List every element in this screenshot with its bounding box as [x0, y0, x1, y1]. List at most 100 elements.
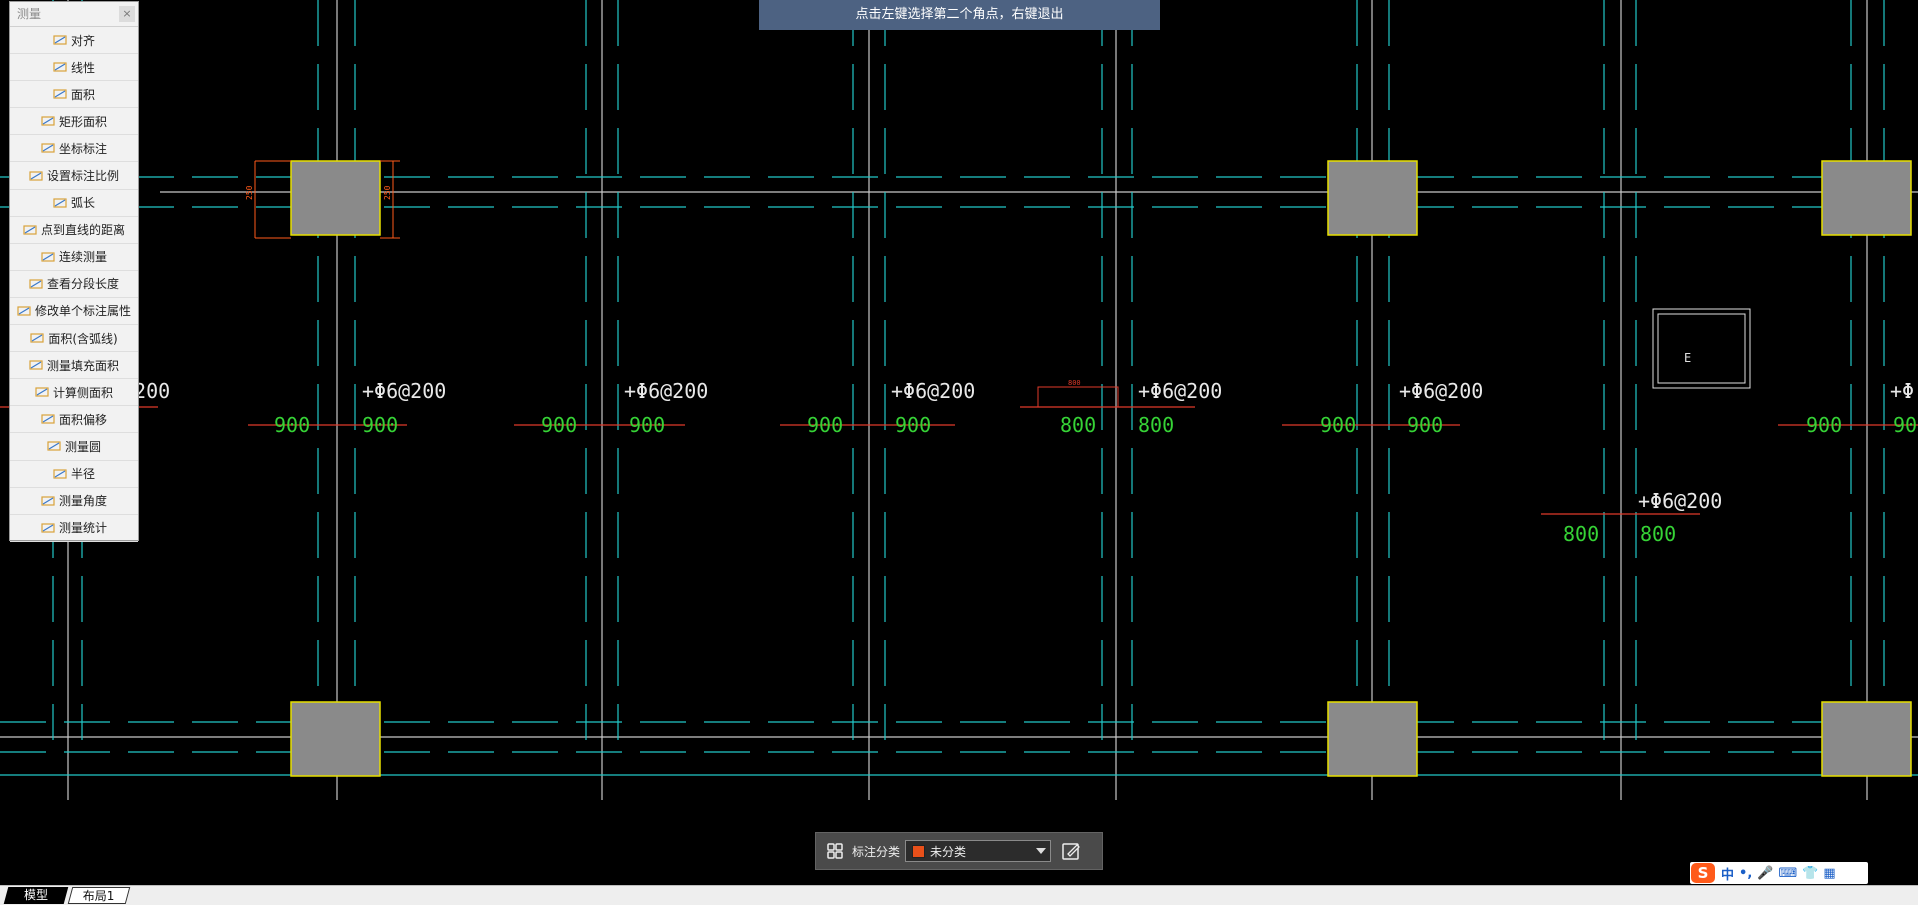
- statistics-icon: [41, 523, 55, 533]
- chevron-down-icon: [1036, 848, 1047, 854]
- dim-value: 900: [895, 413, 931, 437]
- tool-fill-area[interactable]: 测量填充面积: [10, 352, 138, 380]
- angle-icon: [41, 496, 55, 506]
- tool-label: 面积: [70, 87, 95, 102]
- tool-statistics[interactable]: 测量统计: [10, 515, 138, 542]
- rebar-label-partial: +Φ: [1890, 379, 1914, 403]
- tab-layout1[interactable]: 布局1: [67, 887, 131, 904]
- tool-segment-length[interactable]: 查看分段长度: [10, 271, 138, 298]
- tool-scale[interactable]: 设置标注比例: [10, 162, 138, 190]
- measure-mini-text: 800: [1068, 379, 1081, 387]
- tool-radius[interactable]: 半径: [10, 461, 138, 488]
- toolbox-icon[interactable]: ▦: [1823, 866, 1835, 881]
- fill-area-icon: [29, 360, 43, 370]
- tab-model[interactable]: 模型: [3, 887, 69, 904]
- coordinate-icon: [41, 143, 55, 154]
- panel-title: 测量: [17, 7, 42, 21]
- tool-label: 连续测量: [58, 250, 107, 265]
- tool-label: 面积(含弧线): [48, 331, 118, 346]
- tool-edit-annotation[interactable]: 修改单个标注属性: [10, 298, 138, 326]
- panel-header: 测量 ×: [10, 2, 138, 27]
- dim-value: 800: [1138, 413, 1174, 437]
- dim-value: 900: [629, 413, 665, 437]
- tool-linear-measure[interactable]: 线性: [10, 54, 138, 82]
- tool-label: 矩形面积: [58, 114, 107, 129]
- tool-coordinate[interactable]: 坐标标注: [10, 135, 138, 163]
- microphone-icon[interactable]: 🎤: [1757, 866, 1773, 881]
- columns: [290, 160, 1912, 777]
- dim-value: 900: [807, 413, 843, 437]
- tool-area-offset[interactable]: 面积偏移: [10, 406, 138, 434]
- tool-point-line-distance[interactable]: 点到直线的距离: [10, 217, 138, 244]
- detail-box-inner: [1657, 313, 1746, 384]
- ime-logo-text: S: [1698, 864, 1709, 882]
- tool-side-area[interactable]: 计算侧面积: [10, 379, 138, 407]
- edit-icon[interactable]: [1059, 840, 1083, 862]
- rebar-label: +Φ6@200: [362, 379, 446, 403]
- measure-panel: 测量 × 对齐线性面积矩形面积坐标标注设置标注比例 弧长点到直线的距离 连续测量查看…: [9, 1, 139, 542]
- tool-label: 测量角度: [58, 494, 107, 509]
- rebar-label: +Φ6@200: [891, 379, 975, 403]
- tool-label: 对齐: [70, 33, 95, 48]
- tool-label: 弧长: [70, 196, 95, 211]
- rebar-label: +Φ6@200: [624, 379, 708, 403]
- tool-label: 线性: [70, 60, 95, 75]
- ime-lang-chinese[interactable]: 中: [1721, 864, 1734, 883]
- rebar-label: +Φ6@200: [1399, 379, 1483, 403]
- area-icon: [53, 89, 67, 99]
- rebar-label: +Φ6@200: [1638, 489, 1722, 513]
- arc-area-icon: [30, 333, 44, 343]
- category-color-swatch: [912, 844, 926, 858]
- skin-icon[interactable]: 👕: [1802, 866, 1818, 881]
- tool-circle-measure[interactable]: 测量圆: [10, 433, 138, 461]
- tool-angle[interactable]: 测量角度: [10, 488, 138, 515]
- tool-rect-area[interactable]: 矩形面积: [10, 108, 138, 136]
- tool-arc-length[interactable]: 弧长: [10, 190, 138, 217]
- column: [290, 701, 381, 777]
- cad-drawing-canvas[interactable]: 250 250 +Φ6@200 +Φ6@200 +Φ6@200 +Φ6@200 +Φ6@20…: [0, 0, 1918, 885]
- tool-area[interactable]: 面积: [10, 81, 138, 109]
- tool-arc-area[interactable]: 面积(含弧线): [10, 325, 138, 353]
- dim-value: 800: [1060, 413, 1096, 437]
- col-dim-text: 250: [245, 185, 254, 200]
- column: [1327, 160, 1418, 236]
- tool-label: 修改单个标注属性: [34, 304, 131, 319]
- tool-label: 设置标注比例: [46, 169, 119, 184]
- annotation-category-label: 标注分类: [852, 844, 901, 859]
- column: [1821, 160, 1912, 236]
- rebar-label: +Φ6@200: [1138, 379, 1222, 403]
- close-icon[interactable]: ×: [119, 6, 135, 22]
- annotation-category-select[interactable]: 未分类: [905, 840, 1052, 862]
- dim-value: 800: [1563, 522, 1599, 546]
- dim-value: 800: [1640, 522, 1676, 546]
- tool-label: 坐标标注: [58, 141, 107, 156]
- grid-view-icon[interactable]: [824, 840, 846, 862]
- col-dim-text: 250: [383, 185, 392, 200]
- annotations: 250 250 +Φ6@200 +Φ6@200 +Φ6@200 +Φ6@200 +Φ6@20…: [0, 160, 1918, 546]
- tool-label: 面积偏移: [58, 412, 107, 427]
- linear-measure-icon: [53, 62, 67, 72]
- tool-label: 测量填充面积: [46, 358, 119, 373]
- tool-label: 测量统计: [58, 521, 107, 536]
- column: [1821, 701, 1912, 777]
- column: [1327, 701, 1418, 777]
- point-line-distance-icon: [23, 225, 37, 235]
- layout-tabs: 模型 布局1: [0, 885, 1918, 905]
- tool-align-measure[interactable]: 对齐: [10, 27, 138, 55]
- keyboard-icon[interactable]: ⌨: [1778, 866, 1797, 881]
- dim-value-partial: 90: [1893, 413, 1917, 437]
- area-offset-icon: [41, 414, 55, 424]
- tool-label: 查看分段长度: [46, 277, 119, 292]
- tab-model-label: 模型: [23, 888, 48, 902]
- tool-continuous-measure[interactable]: 连续测量: [10, 244, 138, 271]
- ime-punctuation[interactable]: •,: [1739, 866, 1752, 881]
- command-prompt: 点击左键选择第二个角点，右键退出: [759, 0, 1160, 30]
- rect-area-icon: [41, 116, 55, 126]
- ime-toolbar: S 中 •, 🎤 ⌨ 👕 ▦: [1690, 862, 1868, 884]
- dim-value: 900: [1407, 413, 1443, 437]
- dim-value: 900: [1320, 413, 1356, 437]
- sogou-logo-icon[interactable]: S: [1690, 862, 1716, 884]
- tool-label: 点到直线的距离: [40, 223, 125, 238]
- segment-length-icon: [29, 279, 43, 289]
- tab-layout1-label: 布局1: [82, 889, 115, 903]
